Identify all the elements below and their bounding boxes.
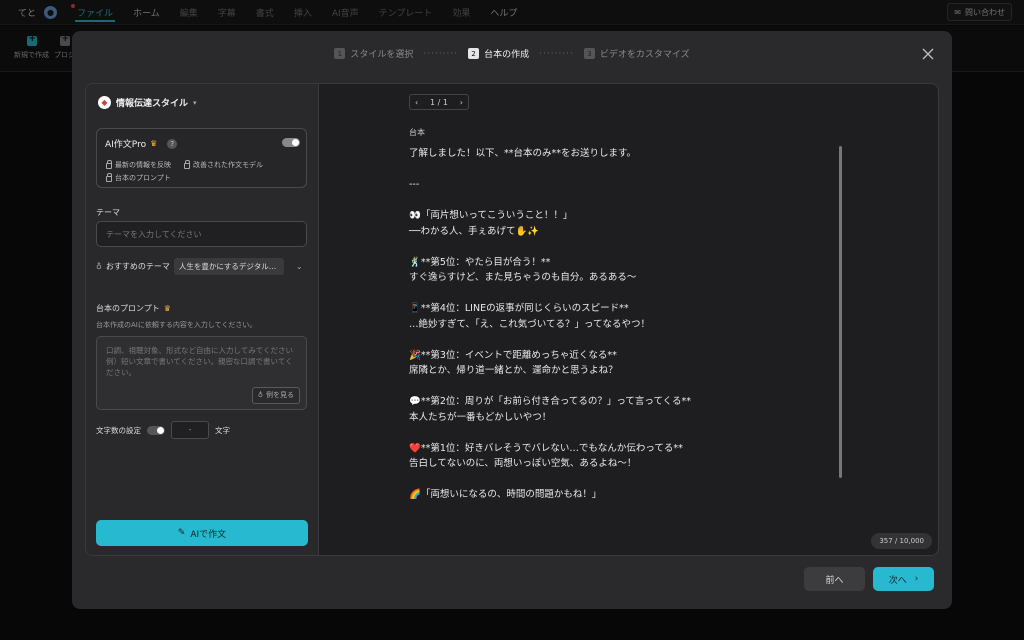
previous-label: 前へ <box>825 575 844 586</box>
step-customize-video: 3 ビデオをカスタマイズ <box>583 47 690 60</box>
crown-icon: ♛ <box>163 304 171 313</box>
ai-pro-label: AI作文Pro <box>105 140 147 150</box>
see-example-button[interactable]: ♁ 例を見る <box>251 387 300 404</box>
recommended-theme-chip[interactable]: 人生を豊かにするデジタル… <box>173 257 284 275</box>
char-count-setting: 文字数の設定 - 文字 <box>96 421 230 439</box>
step-number: 1 <box>334 48 346 59</box>
prompt-placeholder: 口調、視聴対象、形式など自由に入力してみてください 例）短い文章で書いてください… <box>106 346 294 377</box>
lock-icon <box>106 173 112 182</box>
step-separator: ········· <box>539 48 574 59</box>
step-indicator: 1 スタイルを選択 ········· 2 台本の作成 ········· 3 … <box>72 47 952 60</box>
feature-script-prompt: 台本のプロンプト <box>106 173 171 183</box>
feature-label: 台本のプロンプト <box>115 174 171 182</box>
char-count-toggle[interactable] <box>147 425 165 435</box>
close-icon[interactable] <box>920 46 936 62</box>
example-label: 例を見る <box>266 391 294 399</box>
page-indicator: 1 / 1 <box>430 97 448 107</box>
previous-button[interactable]: 前へ <box>804 567 865 591</box>
help-icon[interactable]: ? <box>167 138 178 149</box>
next-button[interactable]: 次へ › <box>873 567 934 591</box>
settings-panel: ◆ 情報伝達スタイル ▾ AI作文Pro ♛ ? 最新の情報を反映 改善された作… <box>86 84 319 555</box>
script-panel: ‹ 1 / 1 › 台本 了解しました！以下、**台本のみ**をお送りします。 … <box>319 84 938 555</box>
lock-icon <box>184 160 190 169</box>
char-count-input[interactable]: - <box>171 421 209 439</box>
character-count-badge: 357 / 10,000 <box>871 533 932 549</box>
step-number: 2 <box>468 48 480 59</box>
style-selector[interactable]: ◆ 情報伝達スタイル ▾ <box>98 96 197 109</box>
char-unit: 文字 <box>215 425 230 435</box>
feature-latest-info: 最新の情報を反映 <box>106 160 171 170</box>
pager: ‹ 1 / 1 › <box>409 94 469 110</box>
ai-write-button[interactable]: ✎ AIで作文 <box>96 520 308 546</box>
chevron-down-icon: ▾ <box>193 98 197 107</box>
lock-icon <box>106 160 112 169</box>
step-number: 3 <box>583 48 595 59</box>
next-label: 次へ <box>888 575 907 586</box>
style-title: 情報伝達スタイル <box>116 99 189 109</box>
recommended-label: おすすめのテーマ <box>105 261 170 271</box>
crown-icon: ♛ <box>150 139 158 148</box>
content-panel: ◆ 情報伝達スタイル ▾ AI作文Pro ♛ ? 最新の情報を反映 改善された作… <box>85 83 939 556</box>
prompt-label-row: 台本のプロンプト ♛ <box>96 303 171 314</box>
chevron-down-icon[interactable]: ⌄ <box>296 262 303 271</box>
ai-pro-toggle[interactable] <box>282 138 300 147</box>
chevron-right-icon: › <box>914 574 919 584</box>
script-wizard-modal: 1 スタイルを選択 ········· 2 台本の作成 ········· 3 … <box>72 31 952 609</box>
char-setting-label: 文字数の設定 <box>96 425 141 435</box>
theme-input[interactable]: テーマを入力してください <box>96 221 307 247</box>
style-icon: ◆ <box>98 96 111 109</box>
feature-label: 最新の情報を反映 <box>115 161 171 169</box>
scrollbar[interactable] <box>839 146 842 478</box>
magic-wand-icon: ✎ <box>177 528 186 538</box>
feature-improved-model: 改善された作文モデル <box>184 160 263 170</box>
step-select-style: 1 スタイルを選択 <box>334 47 413 60</box>
script-label: 台本 <box>409 128 425 137</box>
ai-write-label: AIで作文 <box>190 529 227 540</box>
chevron-right-icon[interactable]: › <box>460 98 463 107</box>
lightbulb-icon: ♁ <box>257 391 263 399</box>
feature-label: 改善された作文モデル <box>193 161 263 169</box>
step-separator: ········· <box>423 48 459 59</box>
prompt-label: 台本のプロンプト <box>96 304 160 313</box>
theme-placeholder: テーマを入力してください <box>106 230 202 239</box>
lightbulb-icon: ♁ <box>96 261 102 271</box>
step-label: ビデオをカスタマイズ <box>599 50 690 60</box>
recommended-theme-row: ♁ おすすめのテーマ 人生を豊かにするデジタル… ⌄ <box>96 257 307 275</box>
prompt-note: 台本作成のAIに依頼する内容を入力してください。 <box>96 321 257 329</box>
theme-label: テーマ <box>96 208 120 217</box>
ai-pro-card: AI作文Pro ♛ ? 最新の情報を反映 改善された作文モデル 台本のプロンプト <box>96 128 307 188</box>
script-text-editor[interactable]: 了解しました！以下、**台本のみ**をお送りします。 --- 👀「両片想いってこ… <box>409 146 829 503</box>
step-label: スタイルを選択 <box>350 50 414 60</box>
ai-pro-header: AI作文Pro ♛ ? <box>105 137 178 150</box>
step-create-script: 2 台本の作成 <box>468 47 529 60</box>
step-label: 台本の作成 <box>484 50 530 60</box>
prompt-textarea[interactable]: 口調、視聴対象、形式など自由に入力してみてください 例）短い文章で書いてください… <box>96 336 307 410</box>
chevron-left-icon[interactable]: ‹ <box>415 98 418 107</box>
